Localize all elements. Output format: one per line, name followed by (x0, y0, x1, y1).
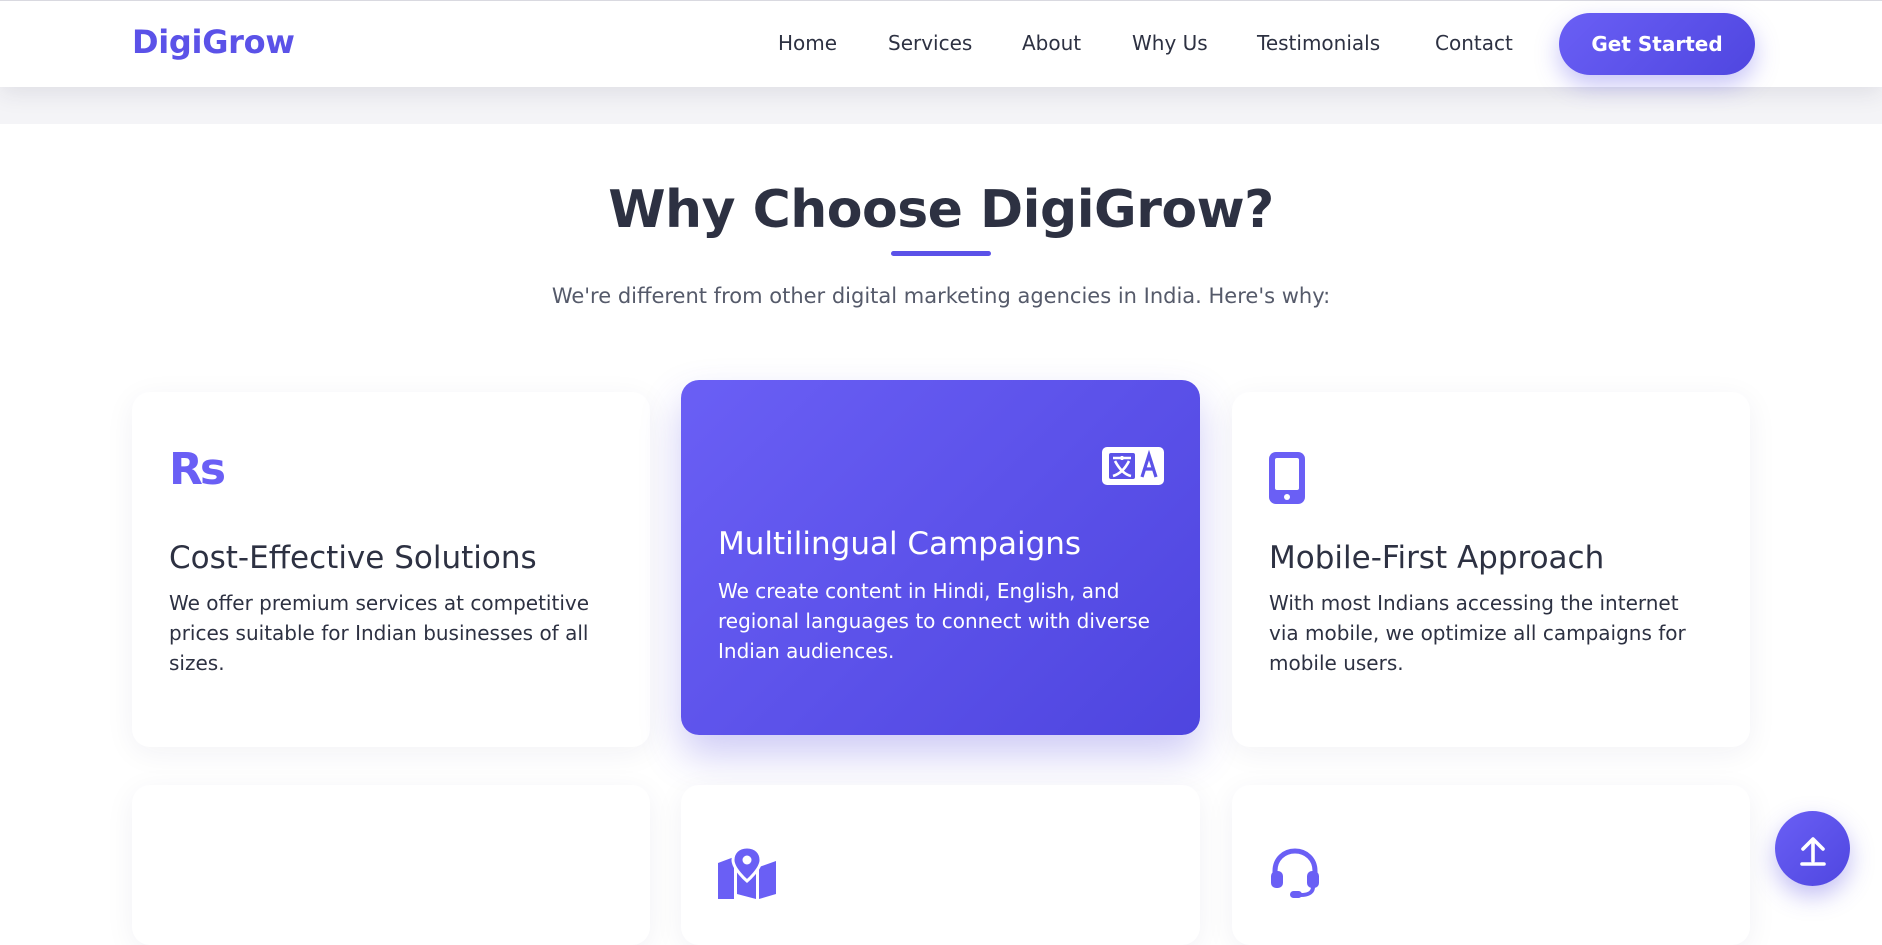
section-subtitle: We're different from other digital marke… (551, 284, 1331, 308)
card-text: We create content in Hindi, English, and… (718, 579, 1150, 663)
nav-contact[interactable]: Contact (1435, 31, 1513, 55)
nav-why-us[interactable]: Why Us (1132, 31, 1208, 55)
feature-card-mobile: Mobile-First Approach With most Indians … (1232, 392, 1750, 747)
nav-home[interactable]: Home (778, 31, 837, 55)
card-title: Mobile-First Approach (1269, 540, 1605, 576)
logo[interactable]: DigiGrow (132, 23, 295, 61)
site-header: DigiGrow Home Services About Why Us Test… (0, 0, 1882, 87)
get-started-button[interactable]: Get Started (1559, 13, 1755, 75)
header-shadow-band (0, 86, 1882, 124)
nav-about[interactable]: About (1022, 31, 1081, 55)
section-title: Why Choose DigiGrow? (608, 180, 1274, 240)
feature-card (132, 785, 650, 945)
language-icon (1101, 446, 1165, 490)
card-text: We offer premium services at competitive… (169, 591, 590, 675)
feature-card (681, 785, 1200, 945)
nav-services[interactable]: Services (888, 31, 972, 55)
mobile-icon (1269, 452, 1305, 508)
map-icon (718, 845, 776, 903)
card-title: Multilingual Campaigns (718, 526, 1082, 562)
scroll-to-top-button[interactable] (1775, 811, 1850, 886)
arrow-up-icon (1799, 836, 1826, 866)
feature-card-cost: Rs Cost-Effective Solutions We offer pre… (132, 392, 650, 747)
card-text: With most Indians accessing the internet… (1269, 591, 1686, 675)
card-title: Cost-Effective Solutions (169, 540, 537, 576)
title-underline (891, 251, 991, 256)
headset-icon (1269, 847, 1321, 903)
nav-testimonials[interactable]: Testimonials (1257, 31, 1380, 55)
feature-card (1232, 785, 1750, 945)
rupee-icon: Rs (169, 444, 226, 495)
feature-card-multilingual: Multilingual Campaigns We create content… (681, 380, 1200, 735)
